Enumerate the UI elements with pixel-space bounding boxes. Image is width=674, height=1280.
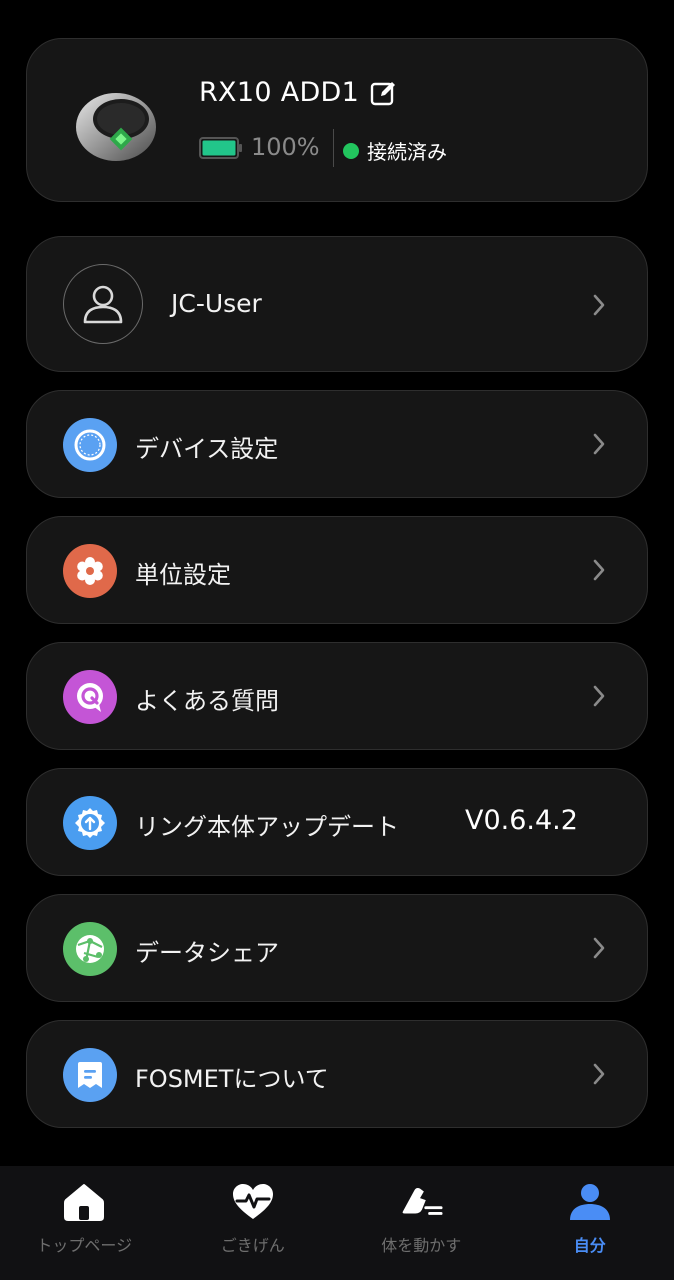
menu-label: リング本体アップデート [135, 813, 399, 841]
menu-item-faq[interactable]: よくある質問 [26, 642, 648, 750]
profile-page: RX10 ADD1 100% 接続済み JC-User デバイス設定 単位設定 … [0, 0, 674, 1280]
edit-name-button[interactable] [369, 78, 399, 108]
ring-settings-icon [63, 418, 117, 472]
nav-label: 自分 [573, 1236, 606, 1255]
menu-label: FOSMETについて [135, 1065, 329, 1093]
about-doc-icon [63, 1048, 117, 1102]
connected-status-dot [343, 143, 359, 159]
firmware-version: V0.6.4.2 [465, 805, 578, 836]
menu-label: 単位設定 [135, 561, 231, 589]
battery-icon [199, 137, 242, 159]
device-card[interactable]: RX10 ADD1 100% 接続済み [26, 38, 648, 202]
chevron-right-icon [587, 1021, 611, 1127]
nav-label: ごきげん [220, 1236, 285, 1255]
device-name-row: RX10 ADD1 [199, 77, 399, 108]
battery-percent: 100% [251, 133, 320, 161]
chevron-right-icon [587, 391, 611, 497]
user-icon [83, 285, 123, 324]
nav-tab-me[interactable]: 自分 [506, 1166, 674, 1280]
bottom-nav: トップページ ごきげん 体を動かす 自分 [0, 1166, 674, 1280]
menu-item-firmware-update[interactable]: リング本体アップデート V0.6.4.2 [26, 768, 648, 876]
chevron-right-icon [587, 237, 611, 373]
chevron-right-icon [587, 517, 611, 623]
avatar [63, 264, 143, 344]
home-icon [62, 1180, 106, 1224]
menu-item-unit-settings[interactable]: 単位設定 [26, 516, 648, 624]
divider [333, 129, 334, 167]
device-name: RX10 ADD1 [199, 77, 360, 108]
nav-tab-mood[interactable]: ごきげん [169, 1166, 338, 1280]
menu-item-device-settings[interactable]: デバイス設定 [26, 390, 648, 498]
nav-label: 体を動かす [381, 1236, 462, 1255]
user-name: JC-User [171, 289, 262, 318]
nav-tab-exercise[interactable]: 体を動かす [337, 1166, 506, 1280]
ring-device-icon [76, 93, 156, 161]
menu-label: よくある質問 [135, 687, 279, 715]
running-shoe-icon [399, 1180, 443, 1224]
heart-pulse-icon [231, 1180, 275, 1224]
chevron-right-icon [587, 643, 611, 749]
menu-label: データシェア [135, 939, 279, 967]
gear-icon [63, 544, 117, 598]
chevron-right-icon [587, 895, 611, 1001]
user-profile-row[interactable]: JC-User [26, 236, 648, 372]
menu-item-about[interactable]: FOSMETについて [26, 1020, 648, 1128]
edit-icon [370, 81, 396, 105]
update-icon [63, 796, 117, 850]
faq-q-icon [63, 670, 117, 724]
menu-item-data-share[interactable]: データシェア [26, 894, 648, 1002]
share-globe-icon [63, 922, 117, 976]
connection-status: 接続済み [367, 140, 447, 164]
nav-label: トップページ [36, 1236, 133, 1255]
nav-tab-home[interactable]: トップページ [0, 1166, 169, 1280]
person-icon [568, 1180, 612, 1224]
menu-label: デバイス設定 [135, 435, 279, 463]
